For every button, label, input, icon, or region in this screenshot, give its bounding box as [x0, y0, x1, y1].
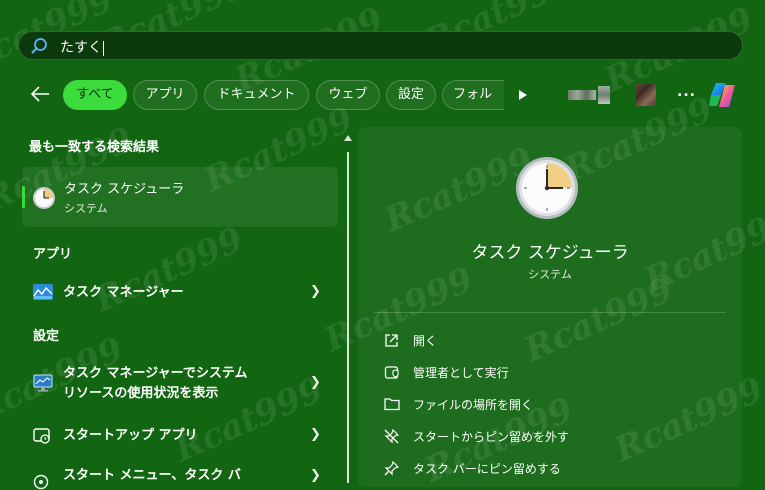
filter-web[interactable]: ウェブ — [316, 80, 380, 110]
chevron-right-icon: ❯ — [310, 284, 321, 299]
best-match-title: タスク スケジューラ — [64, 182, 185, 197]
action-label: ファイルの場所を開く — [413, 398, 534, 412]
play-icon[interactable] — [518, 89, 528, 101]
startup-apps-icon — [33, 428, 50, 444]
divider — [374, 312, 726, 313]
filter-documents[interactable]: ドキュメント — [204, 80, 309, 110]
folder-icon — [384, 398, 400, 411]
pin-icon — [384, 461, 399, 476]
app-item-task-manager[interactable]: タスク マネージャー ❯ — [22, 280, 338, 306]
scroll-up-arrow[interactable] — [344, 135, 352, 141]
more-options-icon[interactable]: ... — [677, 84, 696, 100]
blurred-account-icon — [598, 86, 610, 104]
settings-header: 設定 — [33, 329, 60, 344]
filter-folders[interactable]: フォルダー — [442, 80, 504, 110]
monitor-icon — [33, 374, 53, 392]
settings-item-label: スタート メニュー、タスク バ — [63, 468, 241, 483]
filter-settings[interactable]: 設定 — [386, 80, 436, 110]
task-manager-icon — [33, 284, 53, 300]
search-icon — [31, 38, 47, 54]
search-query-text: たすく — [60, 40, 102, 56]
chevron-right-icon: ❯ — [310, 375, 321, 390]
action-label: 管理者として実行 — [413, 366, 509, 380]
best-match-subtitle: システム — [64, 202, 108, 215]
action-label: スタートからピン留めを外す — [413, 430, 570, 444]
blurred-account-icon — [568, 90, 596, 100]
best-match-header: 最も一致する検索結果 — [29, 140, 160, 155]
chevron-right-icon: ❯ — [310, 468, 321, 483]
settings-item-start-menu[interactable]: スタート メニュー、タスク バ ❯ — [22, 466, 338, 490]
back-arrow-icon[interactable] — [30, 84, 52, 104]
open-external-icon — [385, 334, 398, 347]
text-caret — [103, 40, 104, 56]
selection-indicator — [22, 186, 25, 208]
chevron-right-icon: ❯ — [310, 427, 321, 442]
search-input[interactable]: たすく — [60, 37, 104, 57]
avatar[interactable] — [636, 84, 656, 106]
preview-title: タスク スケジューラ — [471, 243, 629, 263]
best-match-item[interactable]: タスク スケジューラ システム — [22, 167, 338, 227]
copilot-icon[interactable] — [707, 80, 739, 110]
scrollbar[interactable] — [347, 152, 349, 483]
settings-item-label-line2: リソースの使用状況を表示 — [63, 386, 219, 401]
start-menu-icon — [33, 474, 49, 490]
unpin-icon — [384, 429, 399, 444]
apps-header: アプリ — [33, 247, 73, 262]
preview-subtitle: システム — [528, 268, 572, 281]
search-box[interactable]: たすく — [18, 31, 743, 60]
app-item-label: タスク マネージャー — [63, 285, 184, 300]
shield-admin-icon — [384, 366, 399, 379]
settings-item-label: スタートアップ アプリ — [63, 428, 198, 443]
settings-item-resource-usage[interactable]: タスク マネージャーでシステム リソースの使用状況を表示 ❯ — [22, 364, 338, 404]
action-label: タスク バーにピン留めする — [413, 462, 561, 476]
action-label: 開く — [413, 334, 438, 348]
filter-all[interactable]: すべて — [63, 80, 127, 110]
filter-apps[interactable]: アプリ — [133, 80, 197, 110]
clock-icon — [516, 157, 578, 219]
clock-icon — [33, 187, 55, 209]
preview-panel: タスク スケジューラ システム 開く 管理者として実行 ファイルの場所を開く ス… — [358, 127, 742, 487]
settings-item-startup-apps[interactable]: スタートアップ アプリ ❯ — [22, 424, 338, 448]
settings-item-label-line1: タスク マネージャーでシステム — [63, 366, 248, 381]
